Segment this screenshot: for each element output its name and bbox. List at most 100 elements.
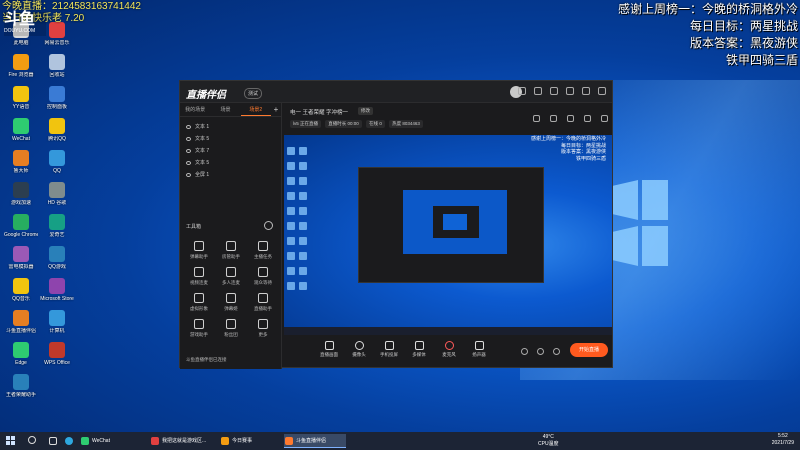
desktop-icon[interactable]: Edge — [4, 342, 38, 372]
desktop-icon[interactable]: QQ音乐 — [4, 278, 38, 308]
toolbox-settings-icon[interactable] — [264, 221, 273, 230]
minimize-icon[interactable] — [566, 87, 575, 95]
app-titlebar: 直播伴侣 测试 — [180, 81, 612, 103]
tool-label: 弹幕姬 — [224, 306, 238, 311]
lock-icon[interactable] — [550, 115, 558, 122]
maximize-icon[interactable] — [582, 87, 591, 95]
record-icon[interactable] — [521, 348, 529, 355]
live-companion-icon — [285, 437, 293, 445]
source-media-button[interactable]: 多媒体 — [406, 341, 432, 358]
app-icon — [13, 182, 29, 198]
toolbox-item[interactable]: 粉丝团 — [216, 319, 246, 338]
layout-icon[interactable] — [533, 115, 541, 122]
tab-my-scenes[interactable]: 我的场景 — [180, 103, 210, 116]
scene-item[interactable]: 文本 7 — [180, 145, 281, 157]
eye-icon[interactable] — [186, 148, 191, 153]
desktop-icon-label: Google Chrome — [4, 232, 38, 238]
taskbar-item-browser[interactable]: 我把这就是游戏区... — [150, 434, 216, 448]
microphone-button[interactable]: 麦克风 — [436, 341, 462, 358]
toolbox-item[interactable]: 虚拟形象 — [184, 293, 214, 312]
taskbar-label: 今日赛事 — [232, 438, 253, 444]
desktop-icon[interactable]: HD 谷歌 — [40, 182, 74, 212]
edge-icon[interactable] — [64, 434, 76, 448]
toolbox-item[interactable]: 视频连麦 — [184, 267, 214, 286]
scene-item[interactable]: 全屏 1 — [180, 169, 281, 181]
toolbox-item[interactable]: 主播任务 — [248, 241, 278, 260]
search-icon[interactable] — [28, 436, 36, 444]
desktop-icon[interactable]: 游戏加速 — [4, 182, 38, 212]
source-phone-button[interactable]: 手机投屏 — [376, 341, 402, 358]
menu-icon[interactable] — [550, 87, 559, 95]
desktop-icon[interactable]: QQ游戏 — [40, 246, 74, 276]
taskbar-item-events[interactable]: 今日赛事 — [220, 434, 280, 448]
start-button[interactable] — [6, 436, 16, 446]
camera-icon[interactable] — [567, 115, 575, 122]
desktop-icon[interactable]: WPS Office — [40, 342, 74, 372]
taskbar-item-wechat[interactable]: WeChat — [80, 434, 140, 448]
toolbox-item[interactable]: 弹幕姬 — [216, 293, 246, 312]
toolbox-item[interactable]: 直播助手 — [248, 293, 278, 312]
desktop-icon[interactable]: 鲁大师 — [4, 150, 38, 180]
share-icon[interactable] — [601, 115, 608, 122]
gear-icon[interactable] — [553, 348, 560, 355]
toolbox-item[interactable]: 弹幕助手 — [184, 241, 214, 260]
desktop-icon[interactable]: 控制面板 — [40, 86, 74, 116]
scene-item[interactable]: 文本 5 — [180, 133, 281, 145]
tab-scene-2[interactable]: 场景2 — [240, 103, 271, 116]
desktop-icon[interactable]: Fire 浏览器 — [4, 54, 38, 84]
lock-icon[interactable] — [534, 87, 543, 95]
recursive-preview-window-2 — [433, 206, 479, 238]
desktop-icon-label: HD 谷歌 — [47, 200, 67, 206]
tab-scene[interactable]: 场景 — [210, 103, 240, 116]
toolbox-item[interactable]: 房管助手 — [216, 241, 246, 260]
stream-preview[interactable]: 感谢上周榜一：今晚的桥洞格外冷 每日目标：两星挑战 版本答案：黑夜游侠 铁甲四骑… — [284, 135, 612, 335]
speaker-button[interactable]: 扬声器 — [466, 341, 492, 358]
eye-icon[interactable] — [186, 136, 191, 141]
desktop-icon[interactable]: 斗鱼直播伴侣 — [4, 310, 38, 340]
desktop-icon[interactable]: Microsoft Store — [40, 278, 74, 308]
stream-title[interactable]: 电一 王者荣耀 字冲榜一 — [290, 108, 348, 116]
desktop-icon[interactable]: YY语音 — [4, 86, 38, 116]
scene-sidebar: 我的场景 场景 场景2 + 文本 1 文本 5 文本 7 文本 5 全屏 1 工… — [180, 103, 282, 369]
cpu-temp-label: CPU温度 — [538, 441, 559, 447]
toolbox-item[interactable]: 游戏助手 — [184, 319, 214, 338]
toolbox-item[interactable]: 多人连麦 — [216, 267, 246, 286]
scene-label: 文本 1 — [195, 124, 210, 130]
app-icon — [13, 86, 29, 102]
desktop-icon[interactable]: QQ — [40, 150, 74, 180]
connection-status: 斗鱼直播伴侣已连接 — [186, 357, 227, 362]
edit-title-tag[interactable]: 修改 — [358, 107, 373, 115]
bell-icon[interactable] — [584, 115, 592, 122]
add-tab-button[interactable]: + — [271, 103, 281, 116]
toolbox-item[interactable]: 更多 — [248, 319, 278, 338]
source-screen-button[interactable]: 直播画面 — [316, 341, 342, 358]
desktop-icon[interactable]: WeChat — [4, 118, 38, 148]
eye-icon[interactable] — [186, 160, 191, 165]
start-live-button[interactable]: 开始直播 — [570, 343, 608, 357]
scene-item[interactable]: 文本 1 — [180, 121, 281, 133]
eye-icon[interactable] — [537, 348, 545, 355]
app-icon — [49, 246, 65, 262]
desktop-icon[interactable]: Google Chrome — [4, 214, 38, 244]
settings-icon[interactable] — [518, 87, 527, 95]
eye-icon[interactable] — [186, 172, 191, 177]
desktop-icon[interactable]: 腾讯QQ — [40, 118, 74, 148]
toolbox-item[interactable]: 观众等待 — [248, 267, 278, 286]
overlay-line-3: 版本答案：黑夜游侠 — [689, 36, 798, 50]
source-camera-button[interactable]: 摄像头 — [346, 341, 372, 358]
app-icon — [49, 310, 65, 326]
system-clock[interactable]: 5:52 2021/7/29 — [772, 433, 794, 447]
desktop-icon[interactable]: 雷电模拟器 — [4, 246, 38, 276]
preview-overlay-line: 铁甲四骑三盾 — [575, 155, 606, 162]
eye-icon[interactable] — [186, 124, 191, 129]
desktop-icon[interactable]: 王者荣耀助手 — [4, 374, 38, 404]
scene-item[interactable]: 文本 5 — [180, 157, 281, 169]
source-label: 扬声器 — [472, 352, 486, 357]
close-icon[interactable] — [598, 87, 606, 95]
app-icon — [13, 118, 29, 134]
taskview-icon[interactable] — [48, 434, 60, 448]
desktop-icon[interactable]: 回收站 — [40, 54, 74, 84]
desktop-icon[interactable]: 爱奇艺 — [40, 214, 74, 244]
taskbar-item-live-companion[interactable]: 斗鱼直播伴侣 — [284, 434, 346, 448]
desktop-icon[interactable]: 计算机 — [40, 310, 74, 340]
